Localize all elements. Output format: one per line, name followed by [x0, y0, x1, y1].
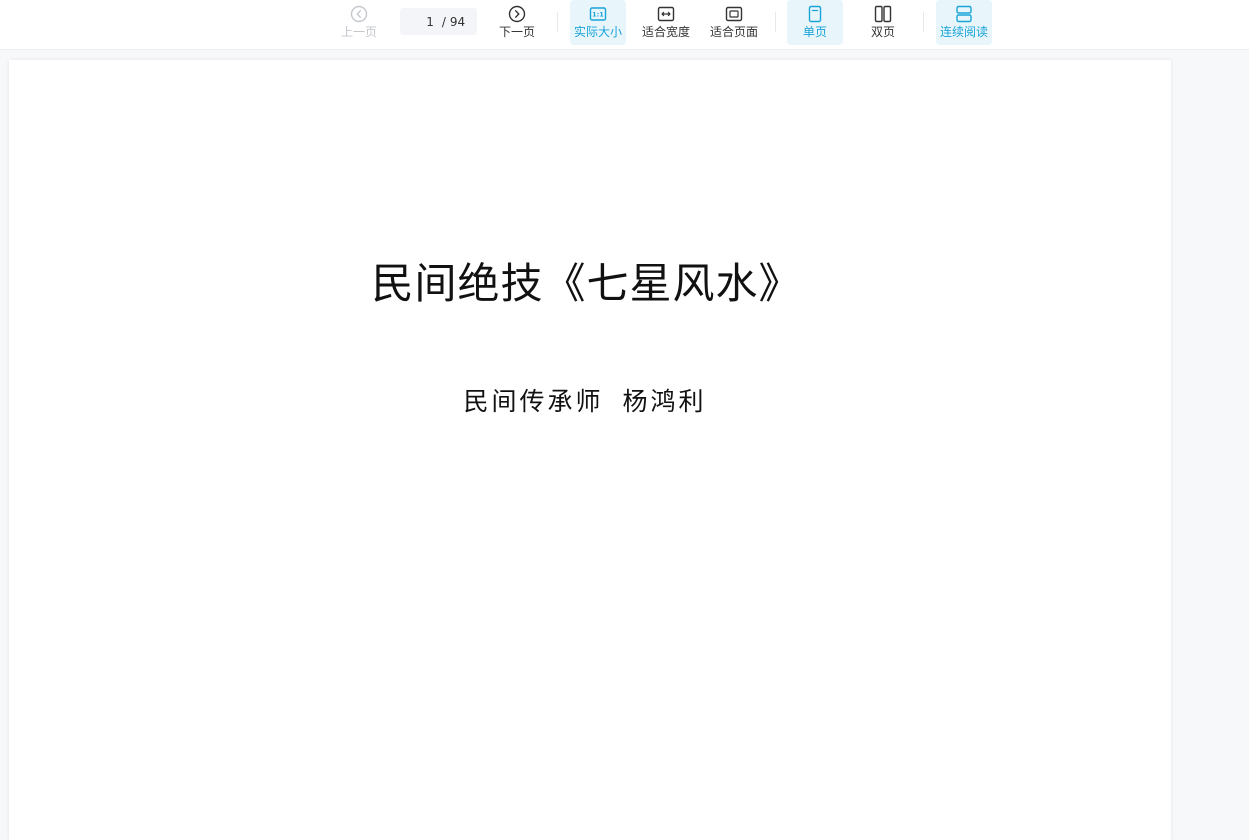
document-title: 民间绝技《七星风水》	[371, 259, 802, 308]
toolbar-divider	[775, 12, 776, 32]
single-page-label: 单页	[802, 25, 827, 39]
double-page-button[interactable]: 双页	[855, 0, 911, 45]
continuous-reading-label: 连续阅读	[939, 25, 988, 39]
fit-page-button[interactable]: 适合页面	[706, 0, 762, 45]
page-indicator[interactable]: 1 / 94	[400, 8, 477, 35]
prev-page-label: 上一页	[340, 25, 377, 39]
fit-page-label: 适合页面	[709, 25, 758, 39]
fit-page-icon	[725, 6, 743, 22]
chevron-left-circle-icon	[350, 5, 368, 23]
continuous-scroll-icon	[956, 5, 972, 23]
single-page-button[interactable]: 单页	[787, 0, 843, 45]
toolbar-divider	[923, 12, 924, 32]
svg-text:1:1: 1:1	[592, 11, 604, 19]
double-page-label: 双页	[870, 25, 895, 39]
next-page-button[interactable]: 下一页	[494, 0, 540, 45]
toolbar-divider	[557, 12, 558, 32]
single-page-icon	[808, 5, 822, 23]
document-author: 民间传承师 杨鸿利	[463, 387, 707, 416]
page-current-input[interactable]: 1	[412, 15, 434, 29]
fit-width-button[interactable]: 适合宽度	[638, 0, 694, 45]
continuous-reading-button[interactable]: 连续阅读	[936, 0, 992, 45]
fit-width-label: 适合宽度	[641, 25, 690, 39]
double-page-icon	[874, 5, 892, 23]
fit-width-icon	[657, 6, 675, 22]
viewer-toolbar: 上一页 1 / 94 下一页 1:1 实际大小 适合宽度 适合页面 单页 双页 …	[0, 0, 1249, 50]
page-separator: /	[441, 14, 446, 29]
document-page: 民间绝技《七星风水》 民间传承师 杨鸿利	[9, 60, 1171, 840]
actual-size-label: 实际大小	[573, 25, 622, 39]
actual-size-icon: 1:1	[589, 7, 607, 21]
actual-size-button[interactable]: 1:1 实际大小	[570, 0, 626, 45]
page-total: 94	[449, 14, 466, 29]
chevron-right-circle-icon	[508, 5, 526, 23]
prev-page-button[interactable]: 上一页	[336, 0, 382, 45]
next-page-label: 下一页	[498, 25, 535, 39]
